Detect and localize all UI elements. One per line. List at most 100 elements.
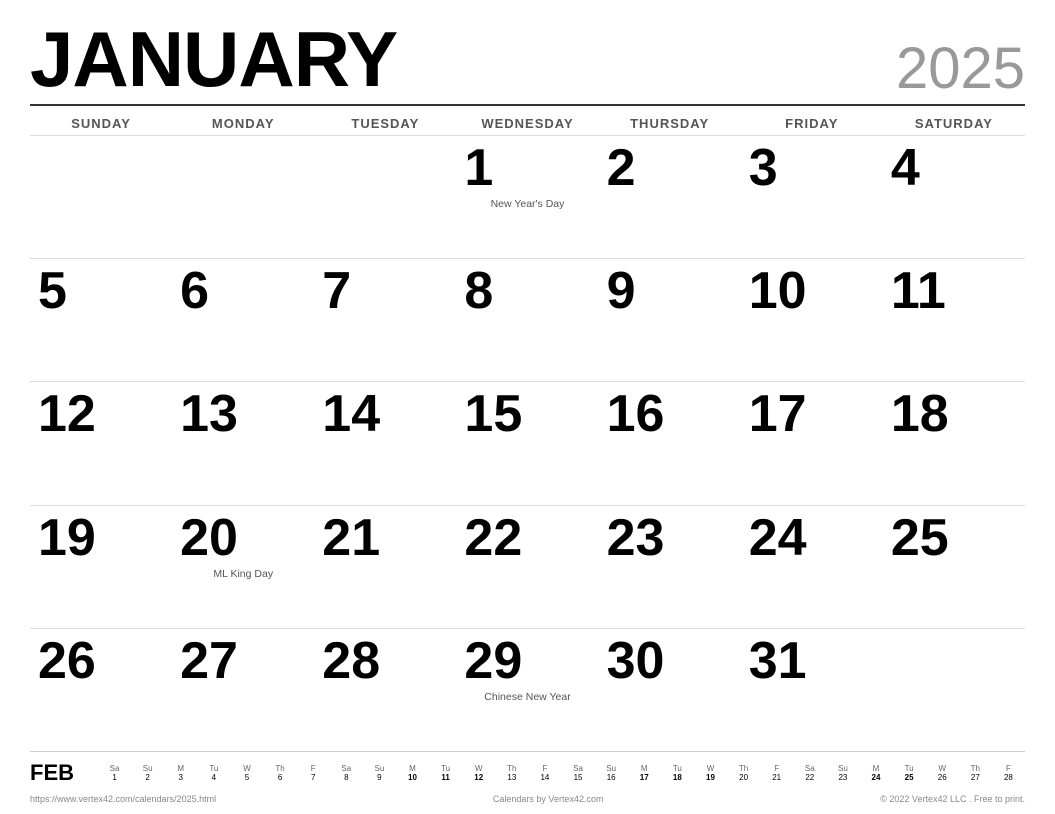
day-cell: 28 (314, 629, 456, 751)
day-header-thursday: THURSDAY (599, 110, 741, 135)
mini-day-num: 3 (164, 773, 197, 782)
mini-header: W (694, 764, 727, 773)
mini-header: M (859, 764, 892, 773)
mini-header: Th (264, 764, 297, 773)
day-header-saturday: SATURDAY (883, 110, 1025, 135)
day-cell: 25 (883, 506, 1025, 628)
day-number: 6 (180, 263, 209, 320)
mini-header: W (462, 764, 495, 773)
footer-copyright: © 2022 Vertex42 LLC . Free to print. (880, 794, 1025, 804)
week-row-4: 1920ML King Day 2122 2324 25 (30, 505, 1025, 628)
mini-calendar-section: FEB SaSuMTuWThFSaSuMTuWThFSaSuMTuWThFSaS… (30, 751, 1025, 790)
day-cell: 19 (30, 506, 172, 628)
day-cell: 7 (314, 259, 456, 381)
mini-header: Sa (330, 764, 363, 773)
day-number: 20 (180, 510, 238, 567)
mini-header: W (230, 764, 263, 773)
day-cell: 18 (883, 382, 1025, 504)
mini-day-num: 10 (396, 773, 429, 782)
day-cell: 13 (172, 382, 314, 504)
day-cell: 21 (314, 506, 456, 628)
day-cell: 30 (599, 629, 741, 751)
day-cell: 12 (30, 382, 172, 504)
mini-day-num: 13 (495, 773, 528, 782)
mini-day-num: 28 (992, 773, 1025, 782)
calendar-grid: SUNDAYMONDAYTUESDAYWEDNESDAYTHURSDAYFRID… (30, 110, 1025, 751)
mini-header: W (926, 764, 959, 773)
day-cell: 14 (314, 382, 456, 504)
day-cell (30, 136, 172, 258)
day-cell: 17 (741, 382, 883, 504)
day-header-tuesday: TUESDAY (314, 110, 456, 135)
mini-header: Th (727, 764, 760, 773)
day-number: 8 (464, 263, 493, 320)
day-header-monday: MONDAY (172, 110, 314, 135)
mini-header: Tu (893, 764, 926, 773)
mini-day-num: 2 (131, 773, 164, 782)
day-number: 3 (749, 140, 778, 197)
day-number: 30 (607, 633, 665, 690)
mini-day-nums: 1234567891011121314151617181920212223242… (98, 773, 1025, 782)
day-number: 14 (322, 386, 380, 443)
day-event: ML King Day (180, 568, 306, 580)
mini-header: Tu (197, 764, 230, 773)
day-number: 29 (464, 633, 522, 690)
day-header-wednesday: WEDNESDAY (456, 110, 598, 135)
day-number: 10 (749, 263, 807, 320)
mini-day-num: 22 (793, 773, 826, 782)
day-cell: 31 (741, 629, 883, 751)
day-number: 17 (749, 386, 807, 443)
mini-day-num: 21 (760, 773, 793, 782)
mini-header: Su (826, 764, 859, 773)
day-cell: 26 (30, 629, 172, 751)
day-cell: 8 (456, 259, 598, 381)
mini-day-num: 23 (826, 773, 859, 782)
mini-day-num: 20 (727, 773, 760, 782)
week-row-3: 12131415161718 (30, 381, 1025, 504)
day-number: 1 (464, 140, 493, 197)
day-headers-row: SUNDAYMONDAYTUESDAYWEDNESDAYTHURSDAYFRID… (30, 110, 1025, 135)
mini-day-num: 27 (959, 773, 992, 782)
footer: https://www.vertex42.com/calendars/2025.… (30, 790, 1025, 804)
mini-day-num: 9 (363, 773, 396, 782)
day-number: 7 (322, 263, 351, 320)
mini-day-num: 17 (628, 773, 661, 782)
mini-header: Sa (98, 764, 131, 773)
day-cell: 5 (30, 259, 172, 381)
footer-url: https://www.vertex42.com/calendars/2025.… (30, 794, 216, 804)
year-title: 2025 (896, 40, 1025, 98)
day-header-friday: FRIDAY (741, 110, 883, 135)
mini-header: Th (495, 764, 528, 773)
mini-header: Tu (429, 764, 462, 773)
day-cell: 24 (741, 506, 883, 628)
day-cell: 6 (172, 259, 314, 381)
day-cell: 16 (599, 382, 741, 504)
mini-header: Su (131, 764, 164, 773)
day-event: New Year's Day (464, 198, 590, 210)
mini-month-label: FEB (30, 760, 90, 786)
day-event: Chinese New Year (464, 691, 590, 703)
day-cell: 11 (883, 259, 1025, 381)
mini-header: F (297, 764, 330, 773)
day-number: 22 (464, 510, 522, 567)
mini-header: F (528, 764, 561, 773)
week-row-2: 56 7 8 9 10 11 (30, 258, 1025, 381)
mini-header: Tu (661, 764, 694, 773)
mini-day-headers: SaSuMTuWThFSaSuMTuWThFSaSuMTuWThFSaSuMTu… (98, 764, 1025, 773)
mini-header: Th (959, 764, 992, 773)
day-number: 13 (180, 386, 238, 443)
day-number: 9 (607, 263, 636, 320)
day-number: 15 (464, 386, 522, 443)
day-number: 27 (180, 633, 238, 690)
mini-day-num: 4 (197, 773, 230, 782)
day-cell (883, 629, 1025, 751)
day-number: 24 (749, 510, 807, 567)
day-cell: 3 (741, 136, 883, 258)
weeks-container: 1New Year's Day2345678910111213141516171… (30, 135, 1025, 751)
day-cell (172, 136, 314, 258)
mini-day-num: 1 (98, 773, 131, 782)
mini-day-num: 18 (661, 773, 694, 782)
day-cell: 23 (599, 506, 741, 628)
mini-day-num: 5 (230, 773, 263, 782)
day-cell: 2 (599, 136, 741, 258)
